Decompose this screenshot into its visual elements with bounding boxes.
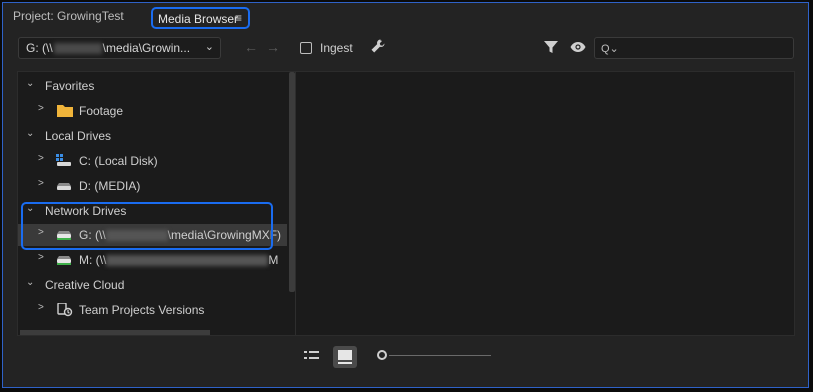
- tree-label: C: (Local Disk): [79, 154, 158, 168]
- windows-disk-icon: [56, 154, 72, 170]
- chevron-right-icon[interactable]: >: [38, 103, 44, 114]
- tree-item-d-drive[interactable]: > D: (MEDIA): [18, 175, 287, 197]
- tree-label: Favorites: [45, 79, 95, 93]
- filter-icon[interactable]: [544, 40, 558, 57]
- tree-label: M: (\\ M: [79, 253, 278, 267]
- folder-icon: [57, 104, 73, 120]
- path-dropdown[interactable]: G: (\\ \media\Growin... ⌄: [18, 37, 221, 59]
- team-projects-icon: [57, 302, 73, 320]
- wrench-icon[interactable]: [370, 38, 386, 57]
- horizontal-scrollbar[interactable]: [20, 330, 210, 335]
- chevron-right-icon[interactable]: >: [38, 302, 44, 313]
- tree-label: Team Projects Versions: [79, 303, 205, 317]
- toolbar: G: (\\ \media\Growin... ⌄ ← → Ingest Q⌄: [3, 35, 808, 61]
- highlight-annotation: [21, 202, 273, 250]
- ingest-label: Ingest: [320, 41, 353, 55]
- ingest-checkbox[interactable]: [300, 42, 312, 54]
- icon-view-icon: [338, 350, 352, 364]
- bottom-bar: [3, 343, 808, 373]
- redacted-hostname: [106, 255, 269, 267]
- tab-bar: Project: GrowingTest Media Browser ≡: [3, 3, 808, 31]
- back-arrow-icon[interactable]: ←: [244, 39, 258, 55]
- drive-icon: [56, 179, 72, 195]
- media-browser-panel: Project: GrowingTest Media Browser ≡ G: …: [2, 2, 809, 388]
- search-input[interactable]: Q⌄: [594, 37, 794, 59]
- tree-item-favorites[interactable]: ⌄ Favorites: [18, 75, 287, 97]
- tree-item-m-drive[interactable]: > M: (\\ M: [18, 249, 287, 271]
- tree-label: D: (MEDIA): [79, 179, 141, 193]
- redacted-hostname: [53, 43, 102, 55]
- chevron-right-icon[interactable]: >: [38, 153, 44, 164]
- browser-content: ⌄ Favorites > Footage ⌄ Local Drives > C…: [17, 71, 795, 336]
- tree-item-creative-cloud[interactable]: ⌄ Creative Cloud: [18, 274, 287, 296]
- tree-item-team-projects[interactable]: > Team Projects Versions: [18, 299, 287, 321]
- chevron-right-icon[interactable]: >: [38, 178, 44, 189]
- tree-label: Local Drives: [45, 129, 112, 143]
- tree-item-footage[interactable]: > Footage: [18, 100, 287, 122]
- eye-icon[interactable]: [570, 41, 586, 56]
- tree-label: Creative Cloud: [45, 278, 125, 292]
- chevron-down-icon: ⌄: [204, 41, 214, 53]
- tree-label: Footage: [79, 104, 124, 118]
- m-drive-suffix: M: [268, 253, 279, 267]
- tab-project[interactable]: Project: GrowingTest: [13, 9, 124, 23]
- tab-media-browser[interactable]: Media Browser ≡: [151, 7, 250, 29]
- search-icon: Q⌄: [601, 43, 619, 55]
- icon-view-button[interactable]: [333, 346, 357, 368]
- m-drive-prefix: M: (\\: [79, 253, 107, 267]
- forward-arrow-icon[interactable]: →: [266, 39, 280, 55]
- tree-item-local-drives[interactable]: ⌄ Local Drives: [18, 125, 287, 147]
- chevron-down-icon[interactable]: ⌄: [26, 277, 34, 288]
- zoom-slider-track[interactable]: [389, 355, 491, 356]
- network-drive-icon: [56, 253, 72, 269]
- tree-item-c-drive[interactable]: > C: (Local Disk): [18, 150, 287, 172]
- panel-menu-icon[interactable]: ≡: [235, 11, 242, 25]
- chevron-down-icon[interactable]: ⌄: [26, 78, 34, 89]
- pane-divider[interactable]: [295, 72, 296, 335]
- path-suffix: \media\Growin...: [102, 41, 191, 55]
- chevron-right-icon[interactable]: >: [38, 252, 44, 263]
- tab-media-browser-label: Media Browser: [158, 12, 239, 26]
- chevron-down-icon[interactable]: ⌄: [26, 128, 34, 139]
- path-prefix: G: (\\: [26, 41, 53, 55]
- zoom-slider-handle[interactable]: [377, 350, 387, 360]
- list-view-icon[interactable]: [304, 349, 320, 366]
